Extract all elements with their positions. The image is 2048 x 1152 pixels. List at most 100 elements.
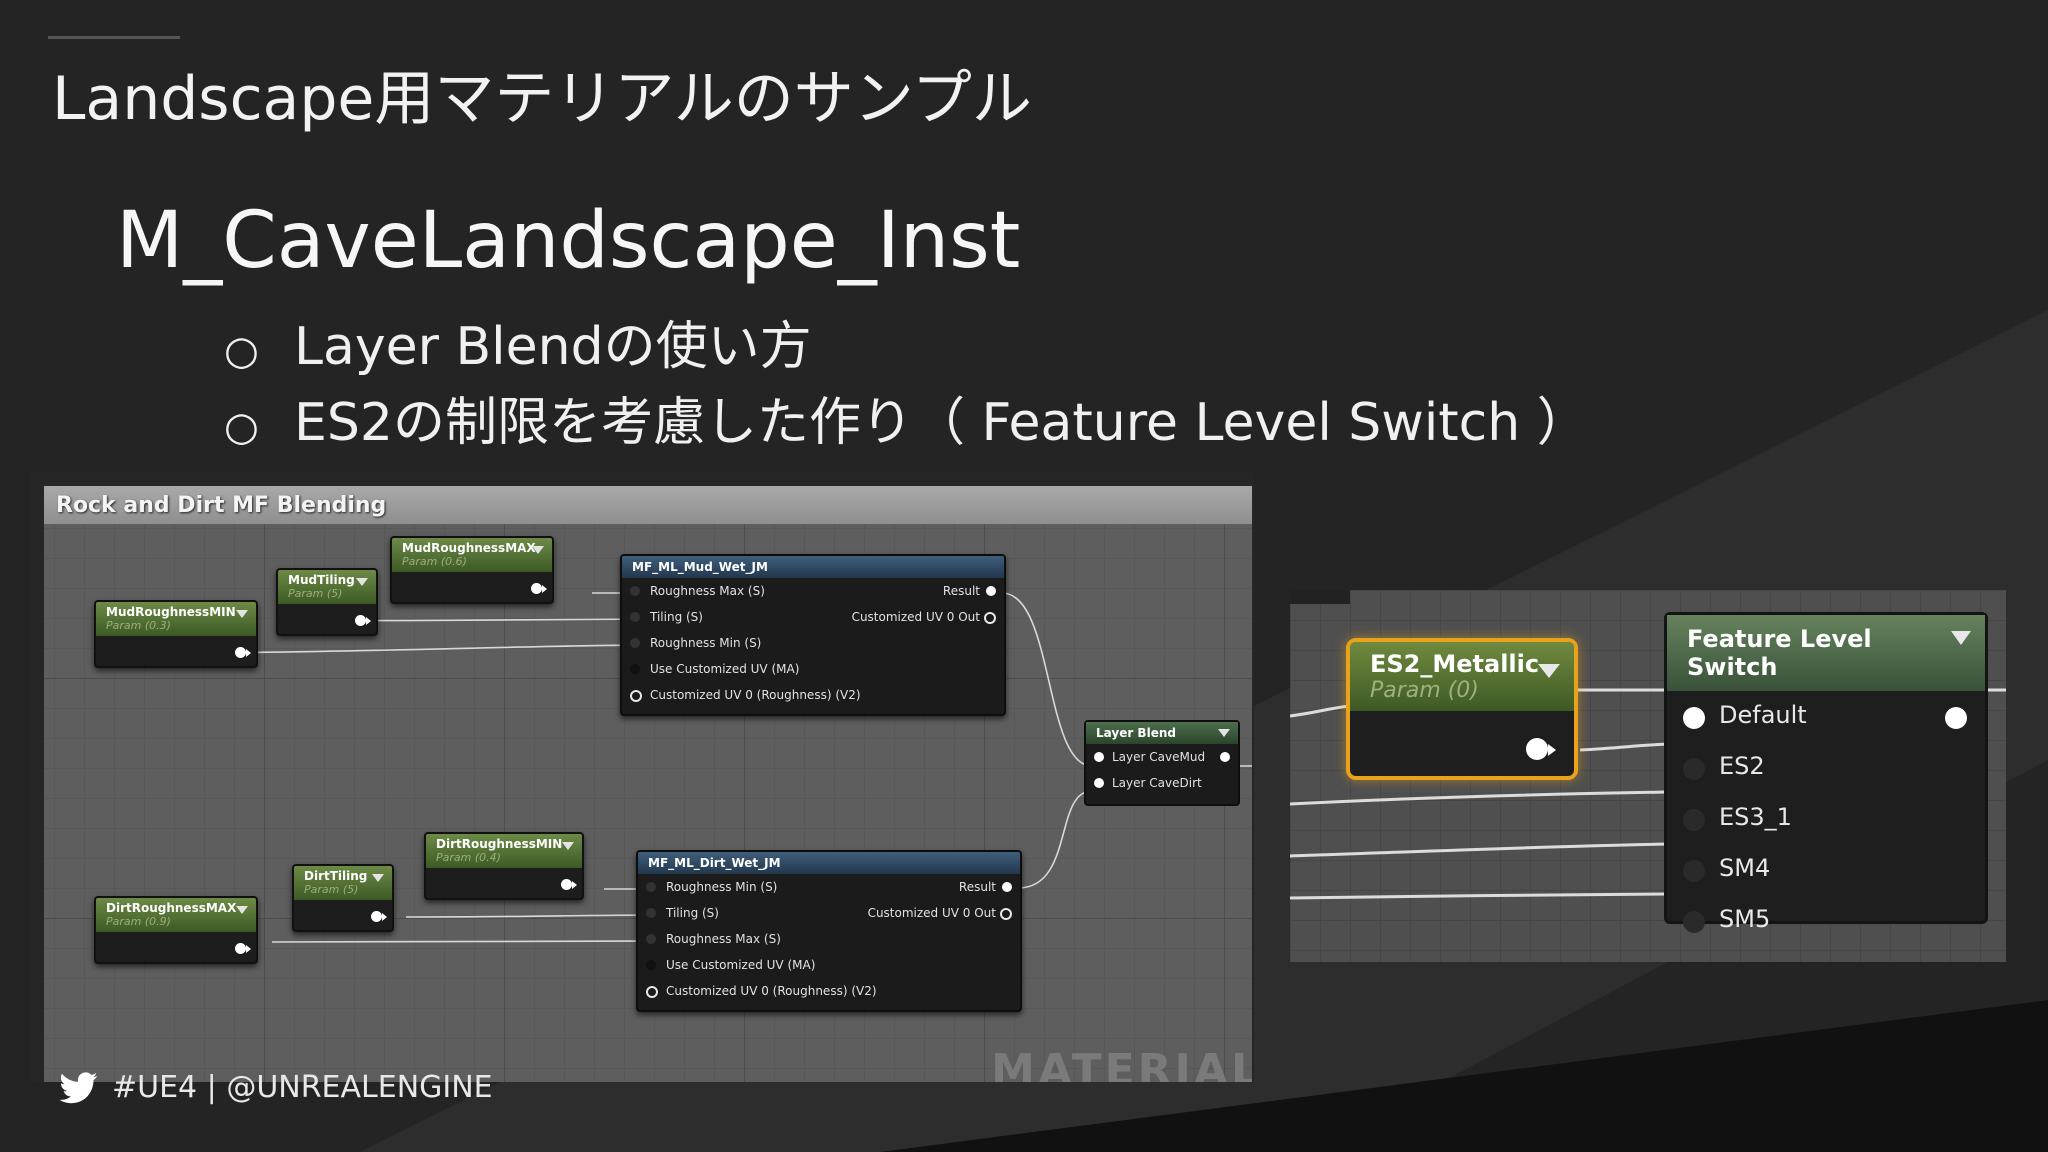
param-node-dirt-tiling[interactable]: DirtTiling Param (5) xyxy=(292,864,394,932)
input-label: Customized UV 0 (Roughness) (V2) xyxy=(666,984,877,998)
output-pin-icon[interactable] xyxy=(1002,882,1012,892)
dropdown-arrow-icon[interactable] xyxy=(372,874,384,882)
dropdown-arrow-icon[interactable] xyxy=(236,906,248,914)
output-pin-icon[interactable] xyxy=(986,586,996,596)
input-pin-icon[interactable] xyxy=(1683,707,1705,729)
param-value: Param (0) xyxy=(1370,678,1479,703)
input-label: Roughness Max (S) xyxy=(666,932,781,946)
slide-title: Landscape用マテリアルのサンプル xyxy=(52,64,1032,134)
output-pin-icon[interactable] xyxy=(1220,752,1230,762)
footer: #UE4 | @UNREALENGINE xyxy=(60,1070,493,1105)
bullet-marker: ○ xyxy=(224,404,259,450)
feature-level-switch-screenshot: ES2_Metallic Param (0) Feature Level Swit… xyxy=(1290,590,2006,962)
input-pin-icon[interactable] xyxy=(1683,911,1705,933)
function-pin-row: Roughness Min (S) Result xyxy=(638,874,1020,900)
output-pin-icon[interactable] xyxy=(371,911,387,922)
output-pin-icon[interactable] xyxy=(235,943,251,954)
input-pin-icon[interactable] xyxy=(630,638,640,648)
input-pin-icon[interactable] xyxy=(630,612,640,622)
param-value: Param (5) xyxy=(288,587,343,600)
output-pin-icon[interactable] xyxy=(1945,707,1967,729)
comment-box-header[interactable]: Rock and Dirt MF Blending xyxy=(44,486,1252,524)
function-node-dirt-wet[interactable]: MF_ML_Dirt_Wet_JM Roughness Min (S) Resul… xyxy=(636,850,1022,1012)
twitter-bird-icon xyxy=(60,1071,98,1103)
dropdown-arrow-icon[interactable] xyxy=(1218,729,1230,737)
input-label: Roughness Min (S) xyxy=(666,880,778,894)
footer-text: #UE4 | @UNREALENGINE xyxy=(112,1070,493,1105)
param-name: DirtRoughnessMIN xyxy=(436,837,563,851)
function-pin-row: Tiling (S) Customized UV 0 Out xyxy=(622,604,1004,630)
input-label: Roughness Max (S) xyxy=(650,584,765,598)
slide-subtitle: M_CaveLandscape_Inst xyxy=(116,196,1021,286)
input-pin-icon[interactable] xyxy=(646,882,656,892)
input-pin-icon[interactable] xyxy=(1683,758,1705,780)
bullet-item: ○ ES2の制限を考慮した作り（ Feature Level Switch ） xyxy=(224,380,1589,455)
switch-input-row: Default xyxy=(1667,691,1985,742)
layer-input-row: Layer CaveDirt xyxy=(1086,770,1238,796)
dropdown-arrow-icon[interactable] xyxy=(356,578,368,586)
input-pin-icon[interactable] xyxy=(1094,778,1104,788)
output-label: Result xyxy=(942,584,980,598)
dropdown-arrow-icon[interactable] xyxy=(236,610,248,618)
param-name: MudRoughnessMIN xyxy=(106,605,236,619)
param-node-dirt-roughness-max[interactable]: DirtRoughnessMAX Param (0.9) xyxy=(94,896,258,964)
layer-input-row: Layer CaveMud xyxy=(1086,744,1238,770)
function-pin-row: Roughness Max (S) xyxy=(638,926,1020,952)
param-name: MudTiling xyxy=(288,573,355,587)
param-node-mud-tiling[interactable]: MudTiling Param (5) xyxy=(276,568,378,636)
output-pin-icon[interactable] xyxy=(984,612,996,624)
param-value: Param (5) xyxy=(304,883,359,896)
param-node-dirt-roughness-min[interactable]: DirtRoughnessMIN Param (0.4) xyxy=(424,832,584,900)
input-pin-icon[interactable] xyxy=(646,986,658,998)
output-pin-icon[interactable] xyxy=(531,583,547,594)
input-pin-icon[interactable] xyxy=(630,586,640,596)
switch-input-label: ES3_1 xyxy=(1719,803,1792,831)
switch-input-label: SM4 xyxy=(1719,854,1771,882)
dropdown-arrow-icon[interactable] xyxy=(1951,631,1971,645)
dropdown-arrow-icon[interactable] xyxy=(532,546,544,554)
bullet-text: Layer Blendの使い方 xyxy=(294,317,812,377)
input-pin-icon[interactable] xyxy=(1683,860,1705,882)
output-label: Customized UV 0 Out xyxy=(851,610,980,624)
output-pin-icon[interactable] xyxy=(561,879,577,890)
param-node-mud-roughness-max[interactable]: MudRoughnessMAX Param (0.6) xyxy=(390,536,554,604)
output-pin-icon[interactable] xyxy=(355,615,371,626)
dropdown-arrow-icon[interactable] xyxy=(1538,664,1560,678)
function-pin-row: Roughness Min (S) xyxy=(622,630,1004,656)
switch-input-row: SM5 xyxy=(1667,895,1985,946)
param-value: Param (0.9) xyxy=(106,915,171,928)
output-pin-icon[interactable] xyxy=(1526,738,1556,760)
bullet-text: ES2の制限を考慮した作り（ Feature Level Switch ） xyxy=(294,393,1589,453)
input-label: Roughness Min (S) xyxy=(650,636,762,650)
input-pin-icon[interactable] xyxy=(646,908,656,918)
input-label: Customized UV 0 (Roughness) (V2) xyxy=(650,688,861,702)
output-pin-icon[interactable] xyxy=(1000,908,1012,920)
input-label: Use Customized UV (MA) xyxy=(666,958,816,972)
param-node-es2-metallic[interactable]: ES2_Metallic Param (0) xyxy=(1346,638,1578,780)
feature-level-switch-node[interactable]: Feature Level Switch Default ES2 ES3_1 S… xyxy=(1664,612,1988,933)
function-title: MF_ML_Mud_Wet_JM xyxy=(622,556,1004,578)
input-pin-icon[interactable] xyxy=(630,690,642,702)
input-pin-icon[interactable] xyxy=(646,960,656,970)
input-pin-icon[interactable] xyxy=(1094,752,1104,762)
function-pin-row: Customized UV 0 (Roughness) (V2) xyxy=(638,978,1020,1004)
input-label: Use Customized UV (MA) xyxy=(650,662,800,676)
switch-input-row: SM4 xyxy=(1667,844,1985,895)
layer-blend-node[interactable]: Layer Blend Layer CaveMud Layer CaveDirt xyxy=(1084,720,1240,806)
graph-canvas[interactable]: Rock and Dirt MF Blending MudRoughnessMI… xyxy=(44,486,1252,1082)
dropdown-arrow-icon[interactable] xyxy=(562,842,574,850)
output-pin-icon[interactable] xyxy=(235,647,251,658)
input-pin-icon[interactable] xyxy=(1683,809,1705,831)
input-pin-icon[interactable] xyxy=(630,664,640,674)
function-pin-row: Tiling (S) Customized UV 0 Out xyxy=(638,900,1020,926)
param-node-mud-roughness-min[interactable]: MudRoughnessMIN Param (0.3) xyxy=(94,600,258,668)
function-pin-row: Customized UV 0 (Roughness) (V2) xyxy=(622,682,1004,708)
comment-title: Rock and Dirt MF Blending xyxy=(56,493,387,518)
function-pin-row: Use Customized UV (MA) xyxy=(622,656,1004,682)
function-node-mud-wet[interactable]: MF_ML_Mud_Wet_JM Roughness Max (S) Result… xyxy=(620,554,1006,716)
input-pin-icon[interactable] xyxy=(646,934,656,944)
input-label: Tiling (S) xyxy=(666,906,719,920)
material-graph-screenshot: Rock and Dirt MF Blending MudRoughnessMI… xyxy=(30,472,1254,1082)
output-label: Result xyxy=(958,880,996,894)
switch-input-row: ES3_1 xyxy=(1667,793,1985,844)
